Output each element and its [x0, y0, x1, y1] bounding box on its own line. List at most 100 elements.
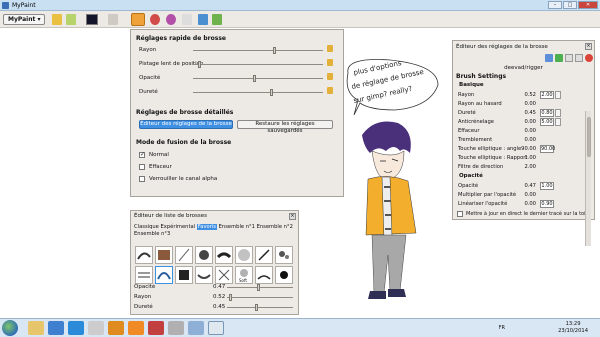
brush-thumbnail[interactable] [175, 266, 193, 284]
basic-group-heading[interactable]: Basique [459, 82, 484, 88]
setting-value[interactable]: 1.00 [518, 155, 536, 161]
setting-value[interactable]: 0.00 [518, 137, 536, 143]
list-radius-slider[interactable] [227, 294, 293, 301]
minimize-button[interactable]: – [548, 1, 562, 9]
hsv-icon[interactable] [166, 14, 176, 25]
undo-icon[interactable] [52, 14, 62, 25]
opacity-slider-handle[interactable] [253, 75, 256, 82]
setting-value[interactable]: 0.52 [518, 92, 536, 98]
scrollbar-thumb[interactable] [587, 117, 591, 157]
brush-thumbnail[interactable] [195, 246, 213, 264]
close-button[interactable]: ✕ [578, 1, 598, 9]
language-indicator[interactable]: FR [499, 325, 505, 331]
brush-list-close-button[interactable]: × [289, 213, 296, 220]
restore-settings-button[interactable]: Restaure les réglages sauvegardés [237, 120, 333, 134]
slow-tracking-slider-handle[interactable] [198, 61, 201, 68]
setting-value[interactable]: 0.00 [518, 128, 536, 134]
brush-thumbnail[interactable] [135, 246, 153, 264]
delete-brush-icon[interactable] [585, 54, 593, 62]
start-button[interactable] [2, 320, 18, 336]
app-icon-8[interactable] [168, 321, 184, 335]
maximize-button[interactable]: □ [563, 1, 577, 9]
brush-thumbnail[interactable] [275, 266, 293, 284]
redo-icon[interactable] [66, 14, 76, 25]
tab-classique[interactable]: Classique [134, 224, 159, 230]
copy-brush-icon[interactable] [575, 54, 583, 62]
brush-icon-selected[interactable] [131, 13, 145, 26]
setting-max-field[interactable]: 1.00 [540, 182, 554, 190]
list-radius-handle[interactable] [229, 294, 232, 301]
setting-value[interactable]: 0.00 [518, 201, 536, 207]
brush-settings-icon[interactable] [108, 14, 118, 25]
setting-max-field[interactable]: 0.80 [540, 109, 554, 117]
color-wheel-icon[interactable] [150, 14, 160, 25]
clock[interactable]: 13:29 23/10/2014 [558, 321, 588, 335]
setting-value[interactable]: 0.00 [518, 192, 536, 198]
opacity-group-heading[interactable]: Opacité [459, 173, 483, 179]
mypaint-taskbar-icon[interactable] [188, 321, 204, 335]
tab-experimental[interactable]: Expérimental [161, 224, 196, 230]
hardness-slider-handle[interactable] [270, 89, 273, 96]
brush-thumbnail[interactable] [255, 266, 273, 284]
brush-thumbnail[interactable] [175, 246, 193, 264]
setting-value[interactable]: 0.00 [518, 101, 536, 107]
lock-alpha-checkbox[interactable] [139, 176, 145, 182]
brush-thumbnail[interactable] [195, 266, 213, 284]
list-opacity-handle[interactable] [257, 284, 260, 291]
brush-thumbnail[interactable] [215, 246, 233, 264]
tab-ensemble-2[interactable]: Ensemble n°2 [257, 224, 293, 230]
setting-max-field[interactable]: 90.00 [540, 145, 555, 153]
ie-icon[interactable] [48, 321, 64, 335]
setting-value[interactable]: 0.00 [518, 119, 536, 125]
app-icon-4[interactable] [88, 321, 104, 335]
setting-spinner[interactable] [555, 118, 561, 126]
color-swatch[interactable] [86, 14, 98, 25]
media-icon[interactable] [108, 321, 124, 335]
brush-thumbnail[interactable] [135, 266, 153, 284]
opacity-slider[interactable] [193, 75, 323, 82]
brush-thumbnail[interactable] [255, 246, 273, 264]
setting-max-field[interactable]: 2.00 [540, 91, 554, 99]
save-brush-icon[interactable] [545, 54, 553, 62]
eraser-checkbox[interactable] [139, 164, 145, 170]
add-brush-icon[interactable] [555, 54, 563, 62]
brush-thumbnail[interactable] [155, 266, 173, 284]
setting-spinner[interactable] [555, 91, 561, 99]
brush-thumbnail[interactable] [235, 246, 253, 264]
radius-slider-handle[interactable] [273, 47, 276, 54]
setting-value[interactable]: 90.00 [518, 146, 536, 152]
rename-brush-icon[interactable] [565, 54, 573, 62]
brush-editor-scrollbar[interactable] [585, 111, 591, 246]
tab-ensemble-3[interactable]: Ensemble n°3 [134, 231, 170, 237]
brush-thumbnail[interactable] [275, 246, 293, 264]
live-update-checkbox[interactable] [457, 211, 463, 217]
setting-value[interactable]: 0.45 [518, 110, 536, 116]
app-icon-10[interactable] [208, 321, 224, 335]
brush-thumbnail-soft[interactable]: Soft [235, 266, 253, 284]
setting-spinner[interactable] [555, 109, 561, 117]
list-opacity-slider[interactable] [227, 284, 293, 291]
eraser-icon[interactable] [182, 14, 192, 25]
brush-editor-button[interactable]: Éditeur des réglages de la brosse [139, 120, 233, 129]
palette-icon[interactable] [212, 14, 222, 25]
explorer-icon[interactable] [28, 321, 44, 335]
setting-max-field[interactable]: 5.00 [540, 118, 554, 126]
brush-thumbnail[interactable] [155, 246, 173, 264]
tab-ensemble-1[interactable]: Ensemble n°1 [219, 224, 255, 230]
list-hardness-handle[interactable] [255, 304, 258, 311]
radius-slider[interactable] [193, 47, 323, 54]
app-icon-7[interactable] [148, 321, 164, 335]
hardness-slider[interactable] [193, 89, 323, 96]
main-menu-button[interactable]: MyPaint ▾ [3, 14, 46, 25]
setting-value[interactable]: 0.47 [518, 183, 536, 189]
tab-favoris[interactable]: Favoris [196, 224, 217, 230]
slow-tracking-slider[interactable] [193, 61, 323, 68]
normal-checkbox[interactable] [139, 151, 145, 158]
setting-value[interactable]: 2.00 [518, 164, 536, 170]
layers-icon[interactable] [198, 14, 208, 25]
setting-max-field[interactable]: 0.90 [540, 200, 554, 208]
brush-editor-close-button[interactable]: × [585, 43, 592, 50]
list-hardness-slider[interactable] [227, 304, 293, 311]
skype-icon[interactable] [68, 321, 84, 335]
firefox-icon[interactable] [128, 321, 144, 335]
